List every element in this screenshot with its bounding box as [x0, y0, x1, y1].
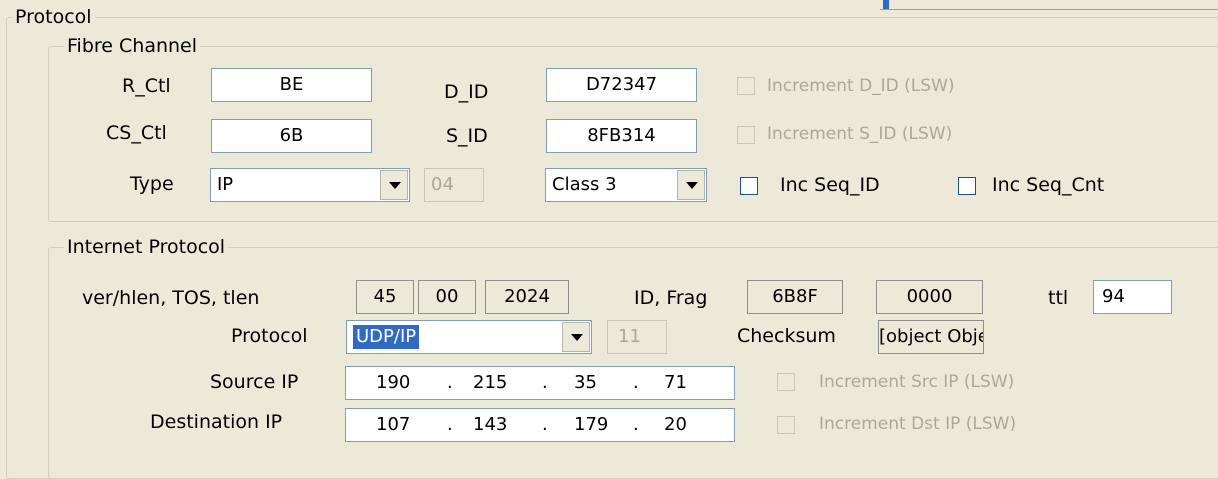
chevron-down-icon[interactable]: [562, 322, 590, 352]
fibre-channel-title: Fibre Channel: [64, 35, 201, 57]
inc-seq-cnt-label: Inc Seq_Cnt: [992, 174, 1105, 196]
destination-ip-label: Destination IP: [150, 411, 283, 433]
type-dropdown-value: IP: [217, 174, 234, 195]
ver-hlen-field[interactable]: 45: [356, 280, 414, 314]
chevron-down-icon[interactable]: [380, 170, 408, 200]
protocol-dropdown[interactable]: UDP/IP: [346, 320, 592, 354]
partial-toolbar-marker: [883, 0, 889, 9]
source-ip-octet-1: 190: [376, 372, 411, 393]
increment-s-id-checkbox[interactable]: [737, 126, 755, 144]
cs-ctl-label: CS_Ctl: [106, 122, 167, 144]
increment-src-ip-checkbox[interactable]: [777, 373, 795, 391]
ip-dot-separator: .: [542, 414, 548, 435]
internet-protocol-title: Internet Protocol: [64, 236, 229, 258]
d-id-label: D_ID: [444, 81, 489, 103]
ip-dot-separator: .: [633, 372, 639, 393]
increment-dst-ip-label: Increment Dst IP (LSW): [819, 414, 1017, 434]
increment-d-id-checkbox[interactable]: [737, 77, 755, 95]
partial-toolbar-strip: [880, 0, 1218, 10]
ver-hlen-tos-tlen-label: ver/hlen, TOS, tlen: [82, 287, 260, 309]
destination-ip-octet-3: 179: [574, 414, 609, 435]
r-ctl-field[interactable]: BE: [211, 68, 372, 102]
destination-ip-octet-1: 107: [376, 414, 411, 435]
tos-field[interactable]: 00: [418, 280, 476, 314]
source-ip-octet-3: 35: [574, 372, 597, 393]
ip-dot-separator: .: [447, 372, 453, 393]
class-dropdown-value: Class 3: [552, 174, 617, 195]
source-ip-octet-4: 71: [664, 372, 687, 393]
type-dropdown[interactable]: IP: [210, 168, 410, 202]
inc-seq-id-checkbox[interactable]: [740, 177, 758, 195]
s-id-field[interactable]: 8FB314: [546, 119, 697, 153]
increment-s-id-label: Increment S_ID (LSW): [767, 124, 953, 144]
r-ctl-label: R_Ctl: [122, 75, 171, 97]
destination-ip-field[interactable]: 107 . 143 . 179 . 20: [345, 408, 735, 442]
id-frag-label: ID, Frag: [634, 287, 708, 309]
ttl-label: ttl: [1048, 287, 1069, 309]
increment-d-id-label: Increment D_ID (LSW): [767, 76, 955, 96]
d-id-field[interactable]: D72347: [546, 68, 697, 102]
increment-dst-ip-checkbox[interactable]: [777, 416, 795, 434]
checksum-label: Checksum: [737, 325, 836, 347]
protocol-label: Protocol: [231, 325, 308, 347]
chevron-down-icon[interactable]: [677, 170, 705, 200]
ip-dot-separator: .: [633, 414, 639, 435]
source-ip-label: Source IP: [210, 371, 299, 393]
increment-src-ip-label: Increment Src IP (LSW): [819, 372, 1015, 392]
ip-dot-separator: .: [447, 414, 453, 435]
s-id-label: S_ID: [446, 125, 488, 147]
destination-ip-octet-4: 20: [664, 414, 687, 435]
source-ip-field[interactable]: 190 . 215 . 35 . 71: [345, 366, 735, 400]
protocol-code-field: 11: [607, 320, 667, 354]
checksum-field[interactable]: [object Object]: [878, 320, 984, 354]
protocol-group-title: Protocol: [12, 6, 95, 28]
inc-seq-id-label: Inc Seq_ID: [780, 174, 880, 196]
cs-ctl-field[interactable]: 6B: [211, 119, 372, 153]
source-ip-octet-2: 215: [473, 372, 508, 393]
inc-seq-cnt-checkbox[interactable]: [958, 177, 976, 195]
frag-field[interactable]: 0000: [876, 280, 983, 314]
type-label: Type: [130, 173, 174, 195]
id-field[interactable]: 6B8F: [747, 280, 843, 314]
internet-protocol-group: [48, 247, 1218, 479]
destination-ip-octet-2: 143: [473, 414, 508, 435]
protocol-dropdown-value: UDP/IP: [353, 325, 420, 349]
type-code-field: 04: [424, 168, 484, 202]
class-dropdown[interactable]: Class 3: [545, 168, 707, 202]
tlen-field[interactable]: 2024: [485, 280, 569, 314]
ttl-field[interactable]: 94: [1093, 280, 1172, 314]
ip-dot-separator: .: [542, 372, 548, 393]
